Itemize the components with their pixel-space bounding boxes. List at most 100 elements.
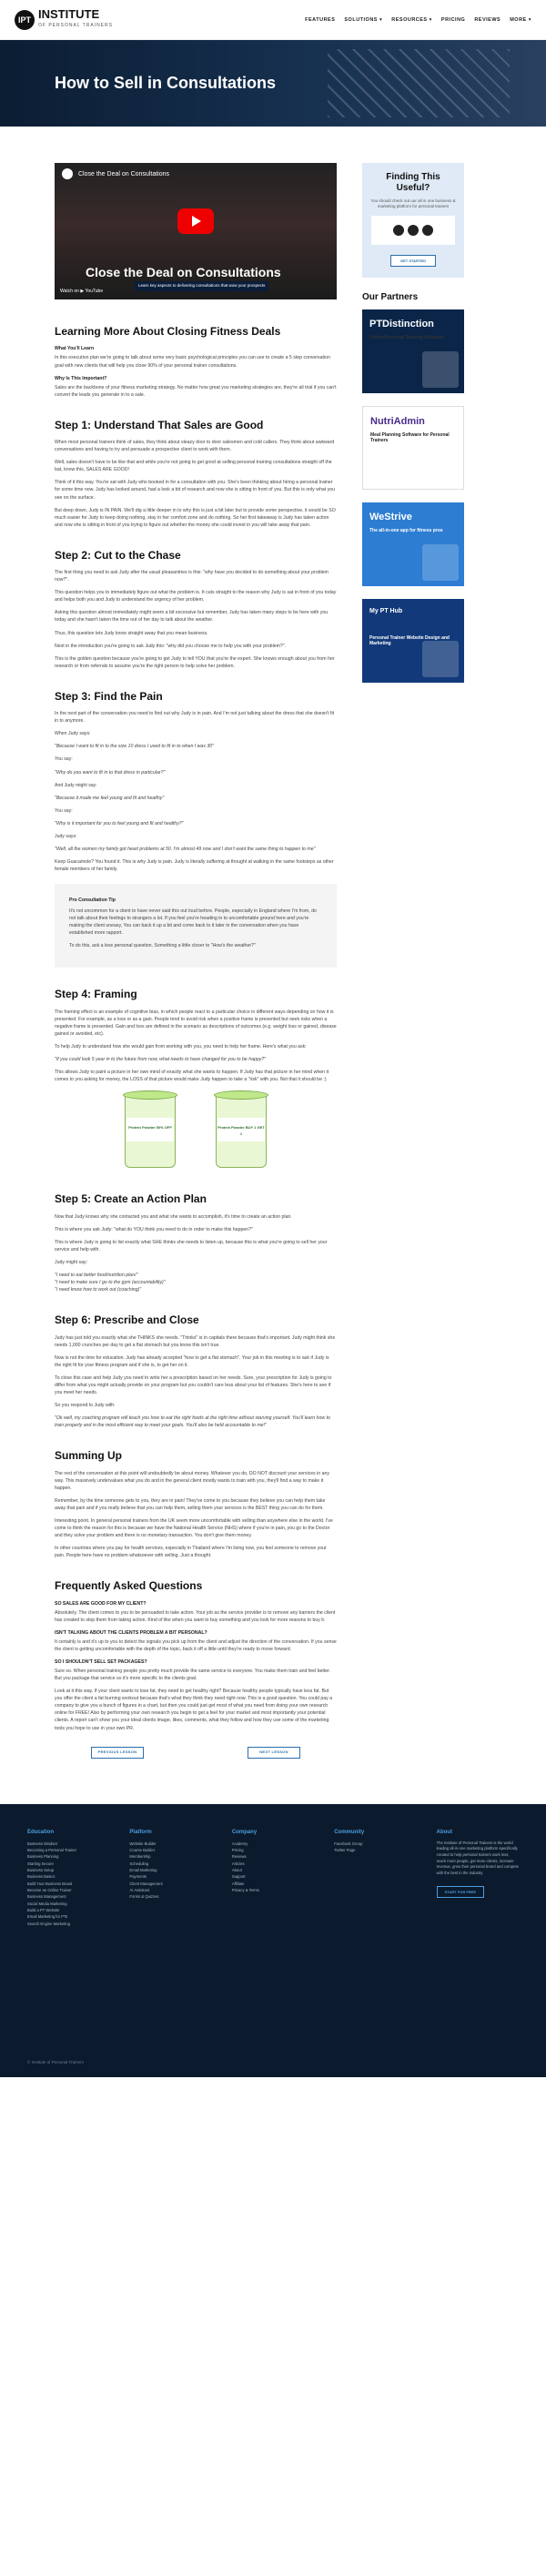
footer-link[interactable]: AI Assistant bbox=[129, 1887, 211, 1893]
partner-card[interactable]: NutriAdmin Meal Planning Software for Per… bbox=[362, 405, 464, 490]
footer-link[interactable]: Academy bbox=[232, 1841, 314, 1847]
page-title: How to Sell in Consultations bbox=[55, 74, 276, 92]
tub-label: Protein Powder BUY 1 GET 1 bbox=[217, 1118, 265, 1142]
previous-lesson-button[interactable]: PREVIOUS LESSON bbox=[91, 1746, 144, 1759]
paragraph: This allows Judy to paint a picture in h… bbox=[55, 1070, 329, 1083]
paragraph: Absolutely. The client comes to you to b… bbox=[55, 1609, 336, 1623]
footer-link[interactable]: Course Builder bbox=[129, 1847, 211, 1853]
paragraph: This is where Judy is going to list exac… bbox=[55, 1239, 328, 1253]
paragraph: And Judy might say: bbox=[55, 782, 97, 788]
footer-link[interactable]: Business Basics bbox=[27, 1873, 109, 1880]
footer-link[interactable]: Business Setup bbox=[27, 1867, 109, 1873]
partner-card[interactable]: PTDistinction Online Personal Training So… bbox=[362, 309, 464, 393]
start-for-free-button[interactable]: START FOR FREE bbox=[436, 1885, 484, 1898]
partner-name: My PT Hub bbox=[369, 607, 403, 614]
section-heading: Step 5: Create an Action Plan bbox=[55, 1192, 207, 1206]
paragraph: Well, sales doesn't have to be like that… bbox=[55, 460, 332, 473]
footer-link[interactable]: Email Marketing for PTs bbox=[27, 1913, 109, 1920]
quote: "Why do you want to fit in to that dress… bbox=[55, 769, 166, 776]
footer-link[interactable]: Business Management bbox=[27, 1893, 109, 1900]
subheading: ISN'T TALKING ABOUT THE CLIENTS PROBLEM … bbox=[55, 1629, 207, 1636]
partner-card[interactable]: WeStrive The all-in-one app for fitness p… bbox=[362, 502, 464, 586]
paragraph: When most personal trainers think of sal… bbox=[55, 440, 335, 453]
paragraph: Next in the introduction you're going to… bbox=[55, 643, 287, 649]
nav-menu-item[interactable]: SOLUTIONS ▾ bbox=[344, 17, 382, 23]
nav-menu-item[interactable]: PRICING bbox=[441, 17, 465, 23]
nav-menu-item[interactable]: RESOURCES ▾ bbox=[391, 17, 432, 23]
footer-column: Company Academy Pricing Reviews Articles Abou… bbox=[232, 1830, 314, 1927]
footer-link[interactable]: Privacy & Terms bbox=[232, 1887, 314, 1893]
footer-link[interactable]: Website Builder bbox=[129, 1841, 211, 1847]
footer-link[interactable]: Becoming a Personal Trainer bbox=[27, 1847, 109, 1853]
paragraph: Remember, by the time someone gets to yo… bbox=[55, 1497, 326, 1511]
partner-name: NutriAdmin bbox=[370, 415, 425, 427]
partner-name: WeStrive bbox=[369, 511, 412, 522]
footer-link[interactable]: Build a PT Website bbox=[27, 1907, 109, 1913]
nav-menu-item[interactable]: MORE ▾ bbox=[510, 17, 531, 23]
paragraph: Thus, this question lets Judy know strai… bbox=[55, 630, 208, 636]
paragraph: Judy says: bbox=[55, 833, 77, 839]
footer-column: Community Facebook Group Twitter Page bbox=[334, 1830, 416, 1927]
article: Close the Deal on Consultations Close th… bbox=[55, 163, 337, 1786]
footer-link[interactable]: Facebook Group bbox=[334, 1841, 416, 1847]
paragraph: Sales are the backbone of your fitness m… bbox=[55, 384, 337, 398]
footer-link[interactable]: Articles bbox=[232, 1861, 314, 1867]
footer-link[interactable]: Business Mindset bbox=[27, 1841, 109, 1847]
footer-about-text: The Institute of Personal Trainers is th… bbox=[436, 1840, 519, 1876]
get-started-button[interactable]: GET STARTED bbox=[390, 254, 436, 267]
tip-title: Pro Consultation Tip bbox=[69, 898, 116, 904]
footer-link[interactable]: Pricing bbox=[232, 1847, 314, 1853]
tip-text: To do this, ask a less personal question… bbox=[69, 943, 256, 949]
paragraph: You say: bbox=[55, 756, 73, 763]
paragraph: This question helps you to immediately f… bbox=[55, 590, 337, 603]
footer-link[interactable]: Membership bbox=[129, 1853, 211, 1860]
video-title[interactable]: Close the Deal on Consultations bbox=[78, 170, 169, 180]
footer-link[interactable]: Build Your Business Brand bbox=[27, 1881, 109, 1887]
footer-column: Platform Website Builder Course Builder Mem… bbox=[129, 1830, 211, 1927]
paragraph: But deep down, Judy is IN PAIN. We'll di… bbox=[55, 507, 336, 528]
footer-link[interactable]: Search Engine Marketing bbox=[27, 1921, 109, 1927]
footer-link[interactable]: About bbox=[232, 1867, 314, 1873]
play-button-icon[interactable] bbox=[177, 208, 214, 234]
section-heading: Step 2: Cut to the Chase bbox=[55, 548, 181, 562]
paragraph: The first thing you need to ask Judy aft… bbox=[55, 570, 329, 583]
footer-link[interactable]: Scheduling bbox=[129, 1861, 211, 1867]
paragraph: Sure so. When personal training people y… bbox=[55, 1668, 331, 1682]
hero-banner: How to Sell in Consultations bbox=[0, 40, 546, 127]
cta-subtitle: You should check out our all in one busi… bbox=[370, 198, 456, 209]
paragraph: When Judy says: bbox=[55, 731, 91, 737]
paragraph: Interesting point. In general personal t… bbox=[55, 1517, 333, 1539]
footer-link[interactable]: Support bbox=[232, 1873, 314, 1880]
footer-heading: Education bbox=[27, 1829, 55, 1835]
paragraph: Asking this question almost immediately … bbox=[55, 610, 329, 624]
footer-link[interactable]: Forms & Quizzes bbox=[129, 1893, 211, 1900]
paragraph: In other countries where you pay for hea… bbox=[55, 1546, 327, 1559]
footer-link[interactable]: Affiliate bbox=[232, 1881, 314, 1887]
brand-logo[interactable]: IPT INSTITUTE OF PERSONAL TRAINERS bbox=[15, 8, 113, 31]
device-mockup bbox=[421, 446, 458, 483]
footer-link[interactable]: Business Planning bbox=[27, 1853, 109, 1860]
watch-on-youtube-link[interactable]: Watch on ▶ YouTube bbox=[60, 289, 103, 296]
paragraph: The framing effect is an example of cogn… bbox=[55, 1009, 337, 1038]
footer-link[interactable]: Become an Online Trainer bbox=[27, 1887, 109, 1893]
footer-link[interactable]: Payments bbox=[129, 1873, 211, 1880]
paragraph: In the next part of the conversation you… bbox=[55, 711, 335, 725]
top-nav: IPT INSTITUTE OF PERSONAL TRAINERS FEATUR… bbox=[0, 0, 546, 40]
footer-link[interactable]: Email Marketing bbox=[129, 1867, 211, 1873]
next-lesson-button[interactable]: NEXT LESSON bbox=[248, 1746, 300, 1759]
partner-card[interactable]: My PT Hub Personal Trainer Website Design… bbox=[362, 598, 464, 683]
footer-link[interactable]: Reviews bbox=[232, 1853, 314, 1860]
footer-link[interactable]: Client Management bbox=[129, 1881, 211, 1887]
nav-menu-item[interactable]: FEATURES bbox=[305, 17, 335, 23]
protein-tubs-image: Protein Powder 50% OFF Protein Powder BUY… bbox=[55, 1090, 337, 1172]
footer-link[interactable]: Social Media Marketing bbox=[27, 1901, 109, 1907]
brand-subtitle: OF PERSONAL TRAINERS bbox=[38, 22, 113, 28]
footer-link[interactable]: Twitter Page bbox=[334, 1847, 416, 1853]
footer-link[interactable]: Starting Secure bbox=[27, 1861, 109, 1867]
video-overlay-title: Close the Deal on Consultations bbox=[86, 265, 281, 279]
subheading: SO SALES ARE GOOD FOR MY CLIENT? bbox=[55, 1600, 147, 1607]
paragraph: You say: bbox=[55, 807, 73, 814]
footer-heading: Platform bbox=[129, 1829, 152, 1835]
video-player[interactable]: Close the Deal on Consultations Close th… bbox=[55, 163, 337, 299]
nav-menu-item[interactable]: REVIEWS bbox=[474, 17, 500, 23]
